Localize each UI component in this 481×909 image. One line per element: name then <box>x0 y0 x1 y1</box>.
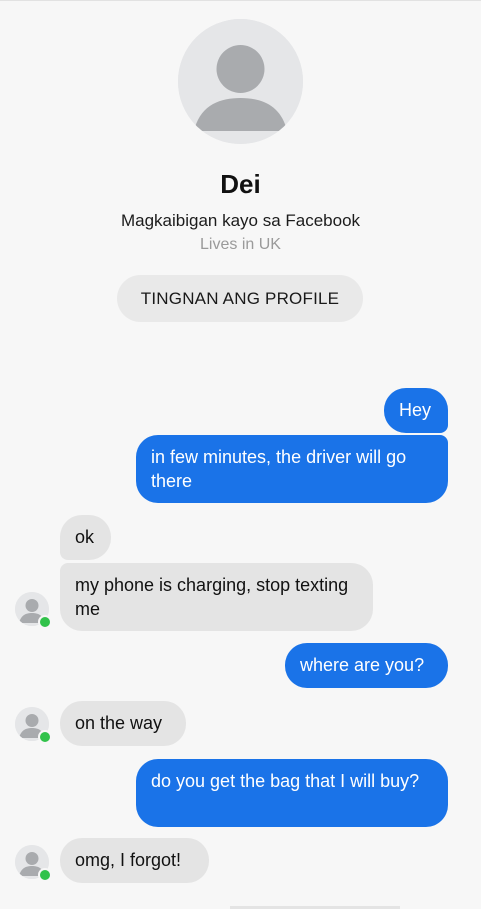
messenger-conversation: Dei Magkaibigan kayo sa Facebook Lives i… <box>0 0 481 909</box>
contact-location: Lives in UK <box>200 236 281 253</box>
online-status-icon <box>38 615 52 629</box>
profile-avatar-icon[interactable] <box>178 19 303 144</box>
top-divider <box>0 0 481 1</box>
contact-avatar-icon[interactable] <box>15 845 52 882</box>
view-profile-button[interactable]: TINGNAN ANG PROFILE <box>117 275 363 322</box>
message-bubble-incoming[interactable]: omg, I forgot! <box>60 838 209 883</box>
contact-name: Dei <box>220 169 261 199</box>
message-bubble-outgoing[interactable]: Hey <box>384 388 448 433</box>
contact-avatar-icon[interactable] <box>15 707 52 744</box>
friend-status: Magkaibigan kayo sa Facebook <box>120 211 361 230</box>
message-bubble-outgoing[interactable]: in few minutes, the driver will go there <box>136 435 448 503</box>
message-bubble-incoming[interactable]: my phone is charging, stop texting me <box>60 563 373 631</box>
contact-avatar-icon[interactable] <box>15 592 52 629</box>
message-bubble-outgoing[interactable]: do you get the bag that I will buy? <box>136 759 448 827</box>
message-bubble-outgoing[interactable]: where are you? <box>285 643 448 688</box>
online-status-icon <box>38 730 52 744</box>
online-status-icon <box>38 868 52 882</box>
message-bubble-incoming[interactable]: on the way <box>60 701 186 746</box>
message-bubble-incoming[interactable]: ok <box>60 515 111 560</box>
